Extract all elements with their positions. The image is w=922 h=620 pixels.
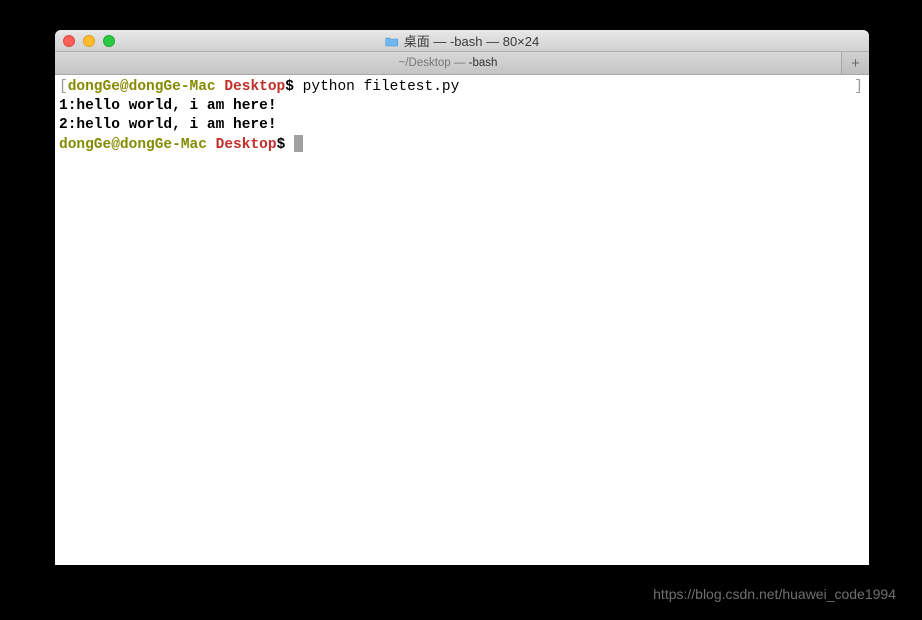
command-text: python filetest.py xyxy=(303,79,460,95)
titlebar[interactable]: 桌面 — -bash — 80×24 xyxy=(55,30,869,52)
terminal-line: [dongGe@dongGe-Mac Desktop$ python filet… xyxy=(59,78,865,97)
tabbar: ~/Desktop — -bash + xyxy=(55,52,869,75)
prompt-open-bracket: [ xyxy=(59,79,68,95)
prompt-user-host: dongGe@dongGe-Mac xyxy=(59,137,207,153)
output-line: 1:hello world, i am here! xyxy=(59,97,865,116)
prompt-cwd: Desktop xyxy=(216,137,277,153)
cursor xyxy=(294,135,303,152)
terminal-body[interactable]: ] [dongGe@dongGe-Mac Desktop$ python fil… xyxy=(55,75,869,565)
maximize-button[interactable] xyxy=(103,35,115,47)
window-title-text: 桌面 — -bash — 80×24 xyxy=(404,31,539,50)
prompt-cwd: Desktop xyxy=(224,79,285,95)
prompt-close-bracket-visual: ] xyxy=(854,78,863,97)
watermark-text: https://blog.csdn.net/huawei_code1994 xyxy=(653,586,896,602)
tab-path: ~/Desktop — xyxy=(399,57,469,69)
traffic-lights xyxy=(63,35,115,47)
prompt-user-host: dongGe@dongGe-Mac xyxy=(68,79,216,95)
prompt-symbol: $ xyxy=(277,137,286,153)
prompt-symbol: $ xyxy=(285,79,294,95)
window-title: 桌面 — -bash — 80×24 xyxy=(385,31,539,50)
minimize-button[interactable] xyxy=(83,35,95,47)
new-tab-button[interactable]: + xyxy=(841,52,869,74)
folder-icon xyxy=(385,35,399,46)
terminal-window: 桌面 — -bash — 80×24 ~/Desktop — -bash + ]… xyxy=(55,30,869,565)
tab-active[interactable]: ~/Desktop — -bash xyxy=(55,52,841,74)
tab-process: -bash xyxy=(469,57,498,69)
terminal-line: dongGe@dongGe-Mac Desktop$ xyxy=(59,135,865,155)
close-button[interactable] xyxy=(63,35,75,47)
output-line: 2:hello world, i am here! xyxy=(59,116,865,135)
